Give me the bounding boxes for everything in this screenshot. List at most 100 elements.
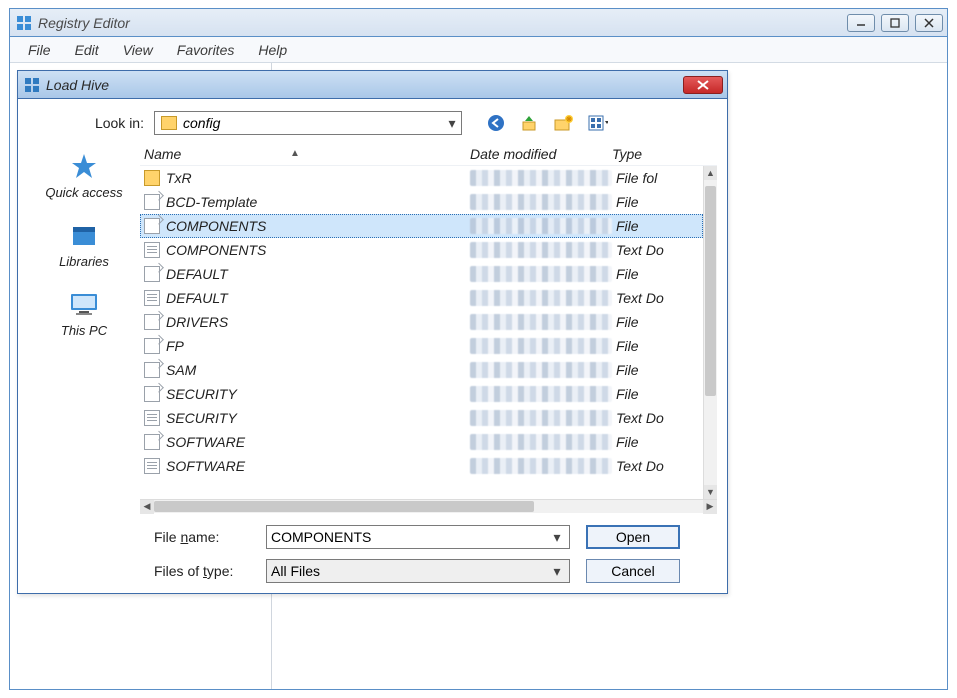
file-row[interactable]: COMPONENTS Text Do [140,238,703,262]
file-row[interactable]: SAMFile [140,358,703,382]
file-row[interactable]: SOFTWARE File [140,430,703,454]
place-libraries[interactable]: Libraries [59,220,109,269]
file-icon [144,434,160,450]
file-row[interactable]: SECURITY Text Do [140,406,703,430]
file-type-cell: File fol [616,170,668,186]
file-list-header: Name▲ Date modified Type [140,143,717,165]
file-type-cell: File [616,218,668,234]
file-row[interactable]: TxR File fol [140,166,703,190]
file-date-cell [470,386,612,402]
file-date-cell [470,170,612,186]
menu-help[interactable]: Help [246,37,299,62]
file-icon [144,362,160,378]
folder-icon [161,116,177,130]
menu-file[interactable]: File [16,37,63,62]
text-file-icon [144,242,160,258]
file-name-field[interactable]: COMPONENTS ▾ [266,525,570,549]
column-header-date[interactable]: Date modified [470,146,612,162]
chevron-down-icon[interactable]: ▾ [549,529,565,546]
place-label: This PC [61,323,107,338]
file-type-field[interactable]: All Files ▾ [266,559,570,583]
file-type-label: Files of type: [154,563,266,579]
file-row[interactable]: FPFile [140,334,703,358]
file-name-cell: SOFTWARE [166,434,470,450]
file-type-value: All Files [271,563,549,579]
vertical-scrollbar[interactable]: ▲ ▼ [703,166,717,499]
file-date-cell [470,314,612,330]
place-this-pc[interactable]: This PC [61,289,107,338]
file-list[interactable]: TxR File fol BCD-TemplateFile COMPONENTS Fil… [140,166,703,499]
scroll-up-button[interactable]: ▲ [704,166,717,180]
file-name-cell: COMPONENTS [166,218,470,234]
scroll-down-button[interactable]: ▼ [704,485,717,499]
menu-favorites[interactable]: Favorites [165,37,247,62]
file-name-cell: DEFAULT [166,266,470,282]
titlebar[interactable]: Registry Editor [10,9,947,37]
file-date-cell [470,338,612,354]
libraries-icon [67,220,101,250]
place-label: Quick access [45,185,122,200]
scroll-right-button[interactable]: ▶ [703,500,717,514]
places-bar: Quick access Libraries This PC [28,143,140,513]
file-name-cell: SOFTWARE [166,458,470,474]
quick-access-icon [67,151,101,181]
file-name-cell: TxR [166,170,470,186]
new-folder-button[interactable] [554,113,574,133]
chevron-down-icon[interactable]: ▾ [549,563,565,580]
file-name-value: COMPONENTS [271,529,549,545]
scroll-left-button[interactable]: ◀ [140,500,154,514]
file-date-cell [470,194,612,210]
file-name-cell: COMPONENTS [166,242,470,258]
minimize-button[interactable] [847,14,875,32]
scrollbar-thumb[interactable] [705,186,716,396]
file-date-cell [470,458,612,474]
view-menu-button[interactable] [588,113,608,133]
menu-edit[interactable]: Edit [63,37,111,62]
dialog-title: Load Hive [46,77,109,93]
file-row[interactable]: COMPONENTS File [140,214,703,238]
file-icon [144,386,160,402]
column-header-name[interactable]: Name▲ [140,146,470,162]
text-file-icon [144,458,160,474]
file-icon [144,266,160,282]
file-row[interactable]: BCD-TemplateFile [140,190,703,214]
file-row[interactable]: DEFAULTFile [140,262,703,286]
file-type-cell: Text Do [616,458,668,474]
back-button[interactable] [486,113,506,133]
lookin-label: Look in: [28,115,144,131]
file-row[interactable]: SOFTWARE Text Do [140,454,703,478]
file-type-cell: File [616,434,668,450]
place-quick-access[interactable]: Quick access [45,151,122,200]
up-one-level-button[interactable] [520,113,540,133]
file-name-cell: DRIVERS [166,314,470,330]
close-button[interactable] [915,14,943,32]
file-type-cell: Text Do [616,242,668,258]
lookin-combobox[interactable]: config ▾ [154,111,462,135]
horizontal-scrollbar[interactable]: ◀ ▶ [140,499,717,513]
dialog-close-button[interactable] [683,76,723,94]
regedit-icon [16,15,32,31]
scrollbar-thumb[interactable] [154,501,534,512]
file-icon [144,314,160,330]
file-type-cell: Text Do [616,410,668,426]
file-row[interactable]: SECURITYFile [140,382,703,406]
file-row[interactable]: DRIVERSFile [140,310,703,334]
file-type-cell: File [616,194,668,210]
menu-view[interactable]: View [111,37,165,62]
file-icon [144,338,160,354]
file-date-cell [470,242,612,258]
file-row[interactable]: DEFAULTText Do [140,286,703,310]
dialog-titlebar[interactable]: Load Hive [18,71,727,99]
column-header-type[interactable]: Type [612,146,664,162]
file-date-cell [470,290,612,306]
cancel-button[interactable]: Cancel [586,559,680,583]
file-name-cell: SECURITY [166,410,470,426]
open-button[interactable]: Open [586,525,680,549]
text-file-icon [144,410,160,426]
file-date-cell [470,362,612,378]
file-type-cell: File [616,386,668,402]
file-name-label: File name: [154,529,266,545]
chevron-down-icon[interactable]: ▾ [443,115,461,132]
file-date-cell [470,266,612,282]
maximize-button[interactable] [881,14,909,32]
